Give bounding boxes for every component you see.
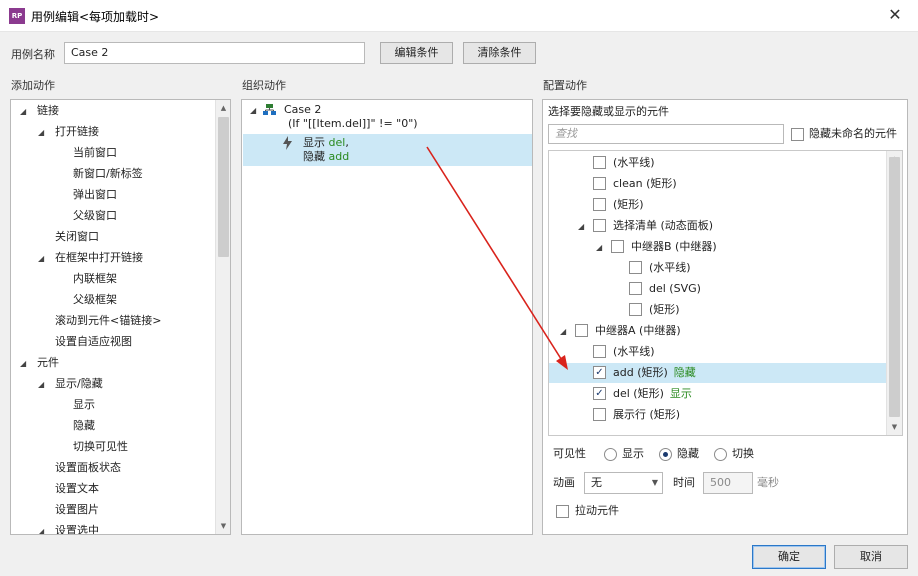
cancel-button[interactable]: 取消 xyxy=(834,545,908,569)
ok-button[interactable]: 确定 xyxy=(752,545,826,569)
annotation-arrow xyxy=(426,146,568,370)
